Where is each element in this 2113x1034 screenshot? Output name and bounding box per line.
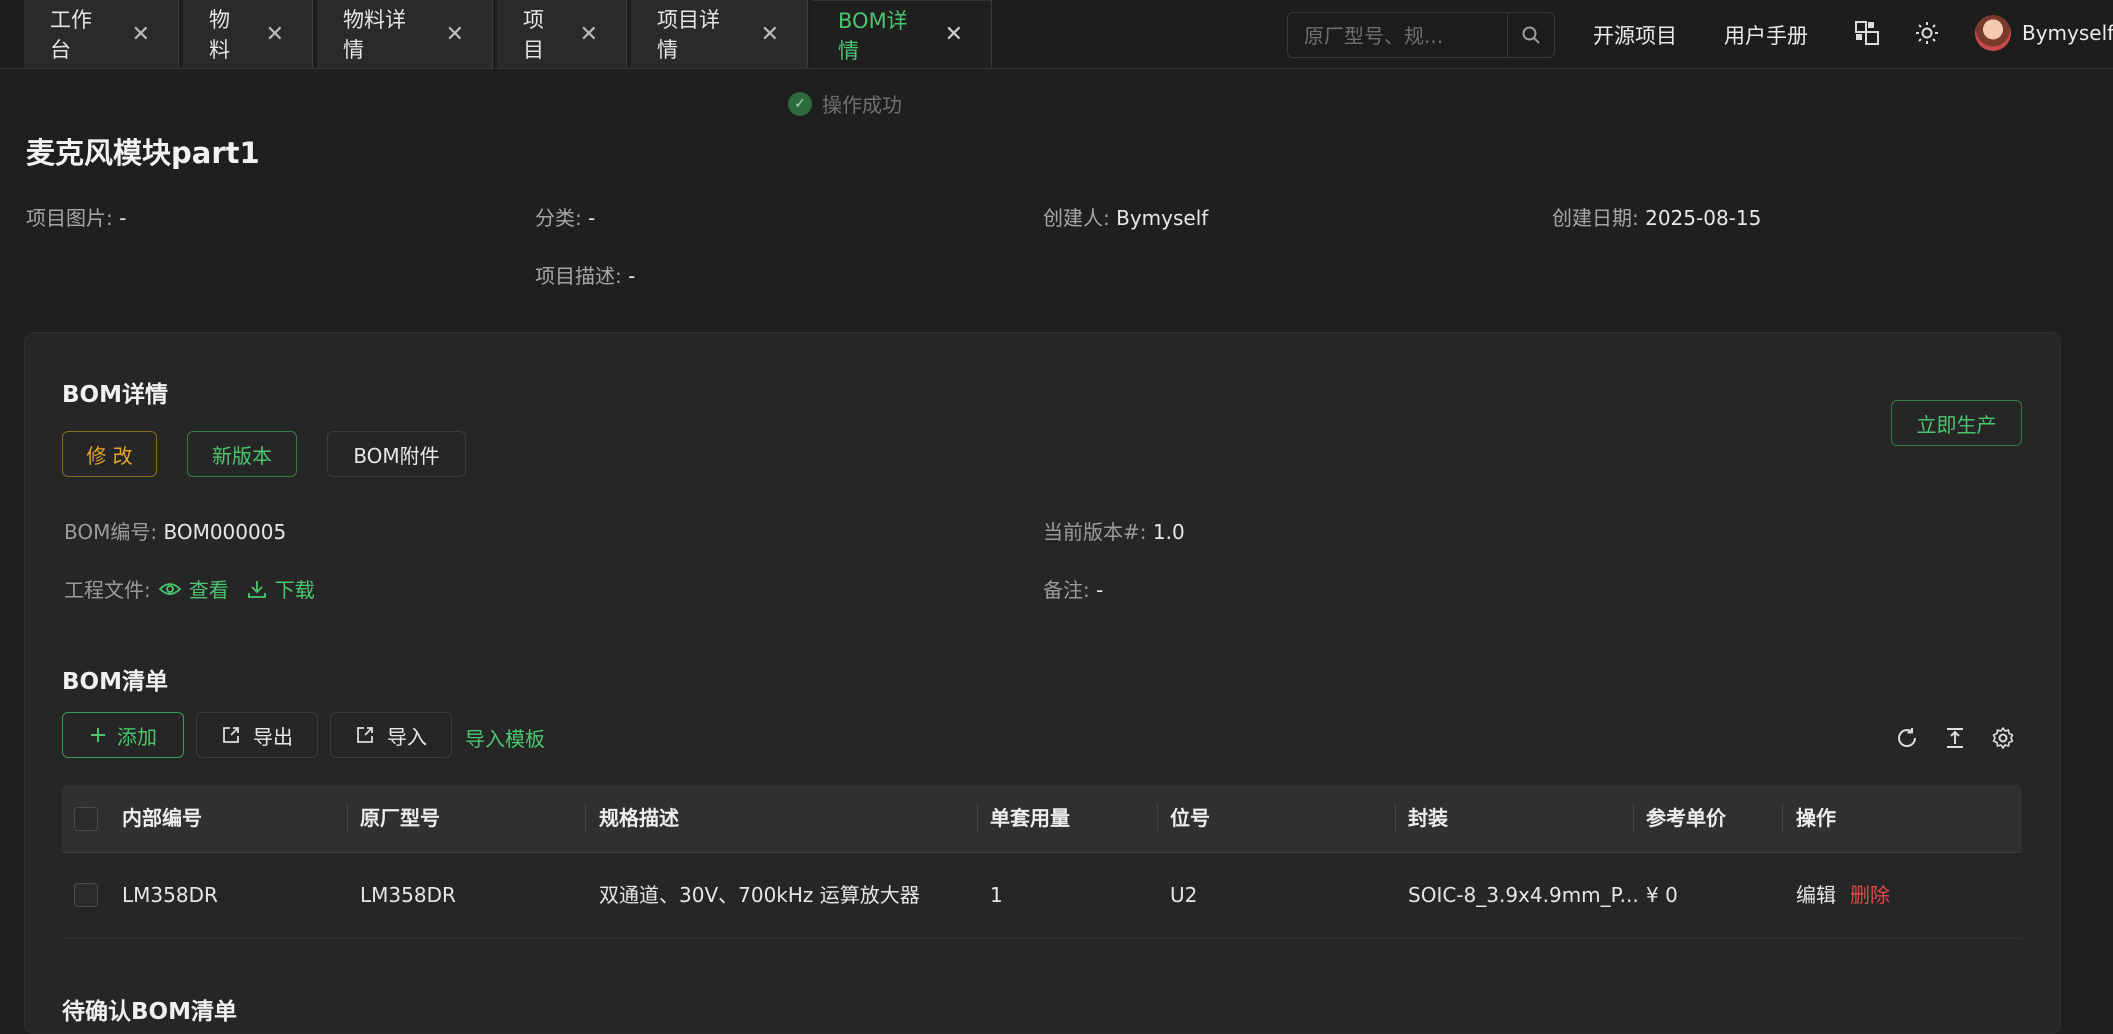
settings-gear-icon[interactable] <box>1987 722 2019 754</box>
download-icon <box>247 580 266 598</box>
current-version-field: 当前版本#: 1.0 <box>1043 520 1185 544</box>
eye-icon <box>158 582 181 595</box>
search-button[interactable] <box>1507 13 1554 57</box>
col-mpn: 原厂型号 <box>360 806 440 830</box>
tab-label: BOM详情 <box>838 8 908 63</box>
close-icon[interactable]: ✕ <box>266 22 284 47</box>
column-divider <box>1782 803 1783 833</box>
col-designator: 位号 <box>1170 806 1210 830</box>
spec-cell: 双通道、30V、700kHz 运算放大器 <box>599 883 920 907</box>
tab-strip: 工作台 ✕ 物料 ✕ 物料详情 ✕ 项目 ✕ 项目详情 ✕ BOM详情 ✕ <box>24 0 996 68</box>
close-icon[interactable]: ✕ <box>446 22 464 47</box>
tab-workbench[interactable]: 工作台 ✕ <box>24 0 179 68</box>
theme-sun-icon[interactable] <box>1912 18 1942 48</box>
column-divider <box>1633 803 1634 833</box>
edit-button[interactable]: 修 改 <box>62 431 157 477</box>
col-qty: 单套用量 <box>990 806 1070 830</box>
view-file-link[interactable]: 查看 <box>158 574 229 603</box>
edit-row-link[interactable]: 编辑 <box>1796 853 1836 938</box>
qty-cell: 1 <box>990 883 1003 907</box>
tab-label: 工作台 <box>50 8 92 62</box>
select-all-checkbox[interactable] <box>74 807 98 831</box>
import-icon <box>357 727 373 743</box>
internal-code-link[interactable]: LM358DR <box>122 853 218 938</box>
layout-icon[interactable] <box>1852 18 1882 48</box>
close-icon[interactable]: ✕ <box>132 22 150 47</box>
price-cell: ¥ 0 <box>1646 883 1678 907</box>
column-divider <box>1157 803 1158 833</box>
username[interactable]: Bymyself <box>2022 21 2113 45</box>
remark-field: 备注: - <box>1043 578 1104 602</box>
tab-material-detail[interactable]: 物料详情 ✕ <box>317 0 493 68</box>
tab-label: 物料详情 <box>343 8 406 62</box>
search-icon <box>1522 26 1540 44</box>
search-input[interactable] <box>1302 13 1496 59</box>
column-divider <box>347 803 348 833</box>
bom-code-field: BOM编号: BOM000005 <box>64 520 287 544</box>
new-version-button[interactable]: 新版本 <box>187 431 297 477</box>
tab-materials[interactable]: 物料 ✕ <box>183 0 313 68</box>
plus-icon <box>91 728 105 742</box>
project-description-field: 项目描述: - <box>535 264 636 288</box>
col-internal-code: 内部编号 <box>122 806 202 830</box>
bom-list-heading: BOM清单 <box>62 669 168 695</box>
import-button[interactable]: 导入 <box>330 712 452 758</box>
col-spec: 规格描述 <box>599 806 679 830</box>
bom-table: 内部编号 原厂型号 规格描述 单套用量 位号 封装 参考单价 操作 LM358D… <box>62 785 2022 939</box>
package-cell: SOIC-8_3.9x4.9mm_P... <box>1408 883 1639 907</box>
project-image-field: 项目图片: - <box>26 206 127 230</box>
toast-text: 操作成功 <box>822 93 902 117</box>
category-field: 分类: - <box>535 206 596 230</box>
tab-bom-detail[interactable]: BOM详情 ✕ <box>812 0 992 68</box>
column-divider <box>1395 803 1396 833</box>
delete-row-link[interactable]: 删除 <box>1850 853 1890 938</box>
success-toast: ✓ 操作成功 <box>788 89 902 118</box>
creator-field: 创建人: Bymyself <box>1043 206 1209 230</box>
tab-project-detail[interactable]: 项目详情 ✕ <box>631 0 808 68</box>
close-icon[interactable]: ✕ <box>945 22 963 47</box>
export-button[interactable]: 导出 <box>196 712 318 758</box>
bom-attachment-button[interactable]: BOM附件 <box>327 431 466 477</box>
col-package: 封装 <box>1408 806 1448 830</box>
project-files-field: 工程文件: 查看 下载 <box>64 574 315 603</box>
top-bar: 工作台 ✕ 物料 ✕ 物料详情 ✕ 项目 ✕ 项目详情 ✕ BOM详情 ✕ 开源项目 用户手… <box>0 0 2113 69</box>
tab-label: 项目 <box>523 8 544 62</box>
open-source-link[interactable]: 开源项目 <box>1593 20 1677 50</box>
refresh-icon[interactable] <box>1891 722 1923 754</box>
col-actions: 操作 <box>1796 806 1836 830</box>
pending-bom-heading: 待确认BOM清单 <box>62 999 237 1025</box>
close-icon[interactable]: ✕ <box>580 22 598 47</box>
tab-label: 项目详情 <box>657 8 720 62</box>
page-title: 麦克风模块part1 <box>26 136 260 170</box>
column-height-icon[interactable] <box>1939 722 1971 754</box>
row-checkbox[interactable] <box>74 883 98 907</box>
avatar[interactable] <box>1975 15 2011 51</box>
close-icon[interactable]: ✕ <box>761 22 779 47</box>
created-date-field: 创建日期: 2025-08-15 <box>1552 206 1762 230</box>
table-header: 内部编号 原厂型号 规格描述 单套用量 位号 封装 参考单价 操作 <box>62 785 2022 853</box>
user-manual-link[interactable]: 用户手册 <box>1724 20 1808 50</box>
add-button[interactable]: 添加 <box>62 712 184 758</box>
tab-projects[interactable]: 项目 ✕ <box>497 0 627 68</box>
download-file-link[interactable]: 下载 <box>247 574 315 603</box>
import-template-link[interactable]: 导入模板 <box>465 723 545 752</box>
designator-cell: U2 <box>1170 883 1198 907</box>
produce-now-button[interactable]: 立即生产 <box>1891 400 2022 446</box>
check-circle-icon: ✓ <box>788 91 812 116</box>
column-divider <box>585 803 586 833</box>
tab-label: 物料 <box>209 8 230 62</box>
search-box <box>1287 12 1555 59</box>
export-icon <box>223 727 239 743</box>
column-divider <box>977 803 978 833</box>
table-row: LM358DR LM358DR 双通道、30V、700kHz 运算放大器 1 U… <box>62 853 2022 939</box>
mpn-cell: LM358DR <box>360 883 456 907</box>
col-ref-price: 参考单价 <box>1646 806 1726 830</box>
bom-detail-heading: BOM详情 <box>62 382 168 408</box>
